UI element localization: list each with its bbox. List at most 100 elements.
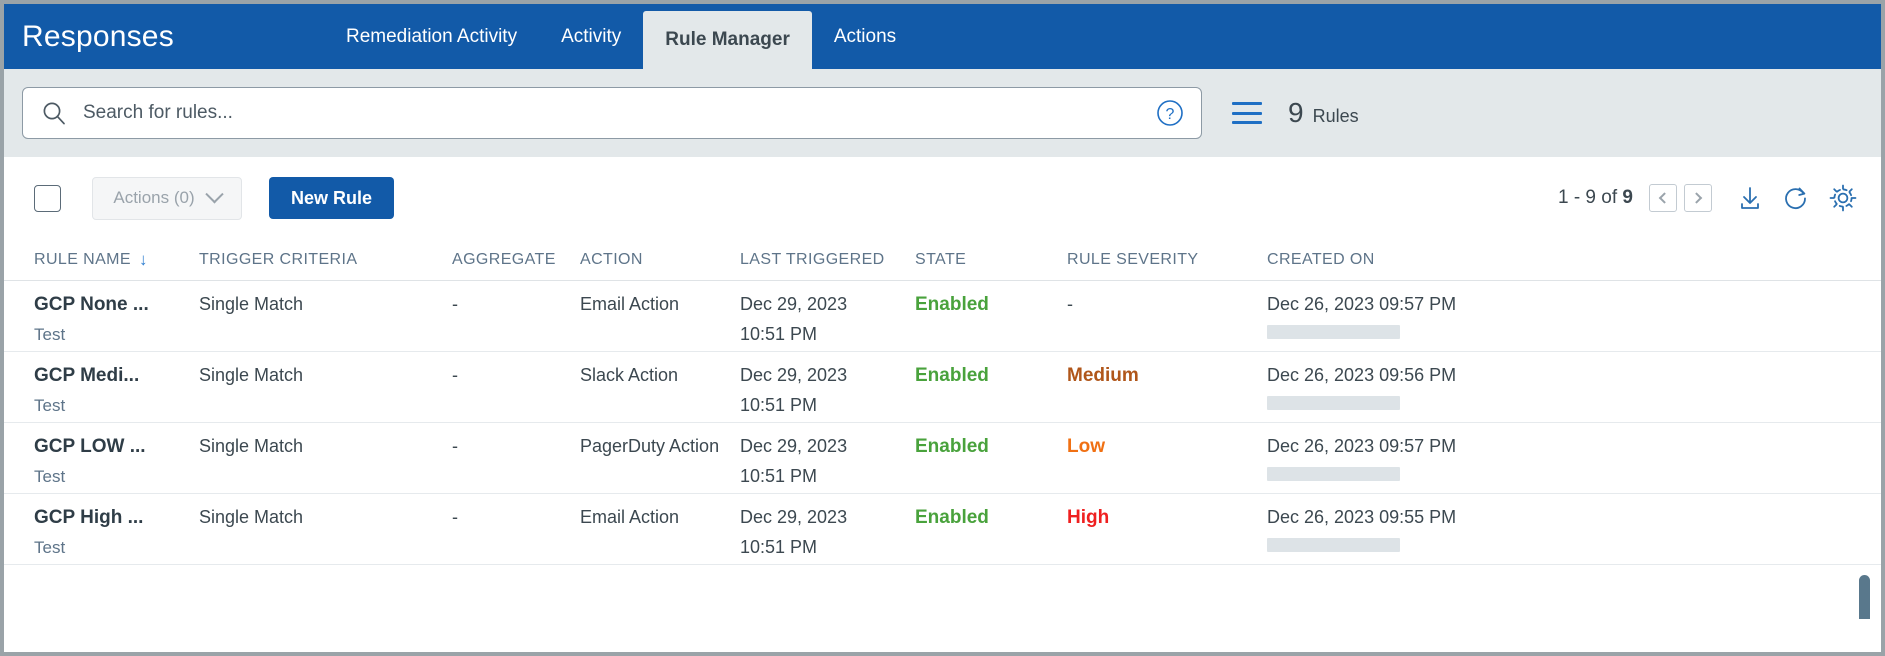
- tab-actions[interactable]: Actions: [812, 4, 918, 69]
- cell-created-on: Dec 26, 2023 09:55 PM: [1267, 507, 1547, 552]
- next-page-button[interactable]: [1684, 184, 1712, 212]
- cell-rule-severity: Low: [1067, 436, 1267, 458]
- severity-badge: Medium: [1067, 365, 1139, 386]
- search-input[interactable]: [67, 102, 1155, 124]
- rule-name-text: GCP LOW ...: [34, 436, 146, 457]
- cell-action: PagerDuty Action: [580, 436, 720, 456]
- table-vertical-scrollbar[interactable]: [1859, 575, 1870, 619]
- column-header-rule-name[interactable]: Rule Name ↓: [34, 250, 199, 270]
- cell-rule-name[interactable]: GCP LOW ... Test: [34, 436, 199, 487]
- rules-count: 9 Rules: [1288, 97, 1359, 129]
- column-header-trigger-criteria[interactable]: Trigger Criteria: [199, 251, 452, 269]
- chevron-left-icon: [1658, 192, 1671, 204]
- new-rule-button[interactable]: New Rule: [269, 177, 395, 219]
- search-region: ? 9 Rules: [4, 69, 1881, 157]
- cell-trigger-criteria: Single Match: [199, 365, 304, 385]
- table-toolbar: Actions (0) New Rule 1 - 9 of 9: [4, 157, 1881, 239]
- tab-activity[interactable]: Activity: [539, 4, 643, 69]
- column-header-rule-severity[interactable]: Rule Severity: [1067, 251, 1267, 269]
- cell-state: Enabled: [915, 294, 1067, 316]
- table-row[interactable]: GCP LOW ... Test Single Match - PagerDuty Ac…: [4, 423, 1881, 494]
- hamburger-line-2: [1232, 111, 1262, 115]
- rule-name-text: GCP None ...: [34, 294, 149, 315]
- column-header-action[interactable]: Action: [580, 251, 740, 269]
- table-body: GCP None ... Test Single Match - Email Actio…: [4, 281, 1881, 565]
- cell-last-triggered: Dec 29, 2023 10:51 PM: [740, 365, 915, 416]
- column-header-aggregate[interactable]: Aggregate: [452, 251, 580, 269]
- column-label-rule-name: Rule Name: [34, 250, 131, 268]
- refresh-icon[interactable]: [1781, 183, 1811, 213]
- rule-name-text: GCP High ...: [34, 507, 144, 528]
- cell-aggregate: -: [452, 507, 458, 527]
- tab-rule-manager[interactable]: Rule Manager: [643, 11, 812, 69]
- last-triggered-date: Dec 29, 2023: [740, 436, 848, 456]
- cell-trigger-criteria: Single Match: [199, 507, 304, 527]
- nav-tabs: Remediation Activity Activity Rule Manag…: [324, 4, 918, 69]
- list-view-icon[interactable]: [1232, 102, 1262, 124]
- pagination-total: 9: [1622, 187, 1633, 208]
- redacted-value: [1267, 467, 1400, 481]
- status-badge: Enabled: [915, 294, 989, 315]
- cell-rule-name[interactable]: GCP None ... Test: [34, 294, 199, 345]
- column-header-created-on[interactable]: Created On: [1267, 251, 1547, 269]
- last-triggered-date: Dec 29, 2023: [740, 507, 848, 527]
- prev-page-button[interactable]: [1649, 184, 1677, 212]
- actions-dropdown[interactable]: Actions (0): [92, 176, 242, 220]
- cell-action: Email Action: [580, 294, 680, 314]
- table-header-row: Rule Name ↓ Trigger Criteria Aggregate A…: [4, 239, 1881, 281]
- last-triggered-date: Dec 29, 2023: [740, 294, 848, 314]
- rules-table: Rule Name ↓ Trigger Criteria Aggregate A…: [4, 239, 1881, 619]
- status-badge: Enabled: [915, 365, 989, 386]
- cell-created-on: Dec 26, 2023 09:57 PM: [1267, 436, 1547, 481]
- rule-subtitle-text: Test: [34, 325, 66, 344]
- cell-aggregate: -: [452, 436, 458, 456]
- last-triggered-time: 10:51 PM: [740, 466, 818, 486]
- search-icon: [41, 100, 67, 126]
- severity-badge: Low: [1067, 436, 1105, 457]
- column-header-state[interactable]: State: [915, 251, 1067, 269]
- rule-subtitle-text: Test: [34, 538, 66, 557]
- column-header-last-triggered[interactable]: Last Triggered: [740, 251, 915, 269]
- cell-state: Enabled: [915, 507, 1067, 529]
- tab-remediation-activity[interactable]: Remediation Activity: [324, 4, 539, 69]
- status-badge: Enabled: [915, 436, 989, 457]
- created-on-text: Dec 26, 2023 09:57 PM: [1267, 294, 1457, 314]
- rule-subtitle-text: Test: [34, 467, 66, 486]
- cell-rule-severity: High: [1067, 507, 1267, 529]
- created-on-text: Dec 26, 2023 09:55 PM: [1267, 507, 1457, 527]
- cell-aggregate: -: [452, 294, 458, 314]
- last-triggered-time: 10:51 PM: [740, 537, 818, 557]
- actions-dropdown-label: Actions (0): [113, 188, 195, 207]
- scrollbar-thumb[interactable]: [1859, 575, 1870, 619]
- rules-count-number: 9: [1288, 97, 1304, 128]
- table-row[interactable]: GCP Medi... Test Single Match - Slack Action…: [4, 352, 1881, 423]
- severity-badge: -: [1067, 294, 1073, 314]
- last-triggered-date: Dec 29, 2023: [740, 365, 848, 385]
- search-box[interactable]: ?: [22, 87, 1202, 139]
- created-on-text: Dec 26, 2023 09:56 PM: [1267, 365, 1457, 385]
- cell-last-triggered: Dec 29, 2023 10:51 PM: [740, 436, 915, 487]
- cell-rule-name[interactable]: GCP Medi... Test: [34, 365, 199, 416]
- rule-name-text: GCP Medi...: [34, 365, 140, 386]
- redacted-value: [1267, 538, 1400, 552]
- hamburger-line-1: [1232, 102, 1262, 105]
- table-row[interactable]: GCP High ... Test Single Match - Email Actio…: [4, 494, 1881, 565]
- cell-action: Slack Action: [580, 365, 679, 385]
- cell-rule-name[interactable]: GCP High ... Test: [34, 507, 199, 558]
- cell-aggregate: -: [452, 365, 458, 385]
- table-row[interactable]: GCP None ... Test Single Match - Email Actio…: [4, 281, 1881, 352]
- chevron-down-icon: [204, 184, 224, 203]
- cell-last-triggered: Dec 29, 2023 10:51 PM: [740, 507, 915, 558]
- cell-state: Enabled: [915, 365, 1067, 387]
- gear-icon[interactable]: [1827, 182, 1859, 214]
- question-circle-icon[interactable]: ?: [1155, 98, 1185, 128]
- cell-rule-severity: -: [1067, 294, 1267, 315]
- svg-text:?: ?: [1166, 106, 1175, 123]
- rule-subtitle-text: Test: [34, 396, 66, 415]
- select-all-checkbox[interactable]: [34, 184, 61, 212]
- download-icon[interactable]: [1735, 183, 1765, 213]
- redacted-value: [1267, 325, 1400, 339]
- cell-trigger-criteria: Single Match: [199, 436, 304, 456]
- hamburger-line-3: [1232, 121, 1262, 124]
- top-navbar: Responses Remediation Activity Activity …: [4, 4, 1881, 69]
